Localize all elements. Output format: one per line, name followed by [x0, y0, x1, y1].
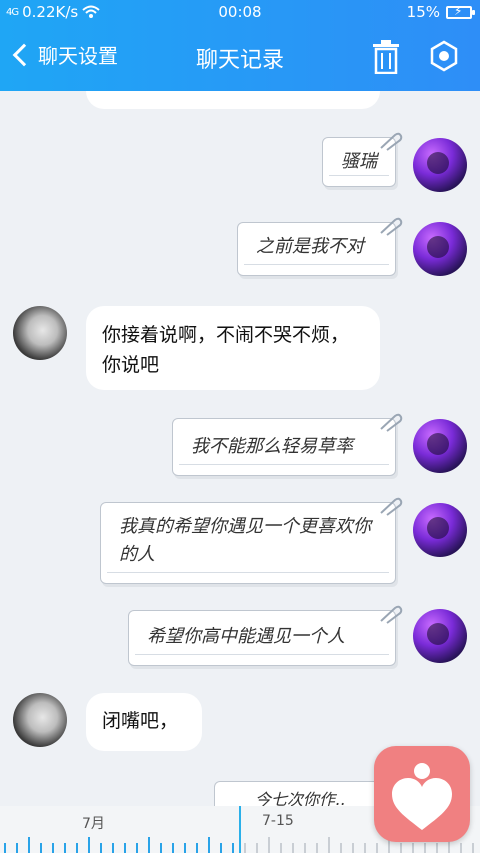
paperclip-icon	[380, 605, 403, 624]
timeline-cursor[interactable]	[239, 806, 241, 853]
settings-icon[interactable]	[428, 40, 460, 72]
message-bubble-left: 你接着说啊，不闹不哭不烦，你说吧	[86, 306, 380, 390]
timeline-tick	[340, 843, 342, 853]
message-text: 希望你高中能遇见一个人	[147, 626, 345, 647]
message-text: 我不能那么轻易草率	[191, 436, 353, 457]
timeline-tick	[40, 843, 42, 853]
timeline-tick	[196, 843, 198, 853]
message-bubble-right: 之前是我不对	[237, 217, 403, 276]
nav-bar: 聊天设置 聊天记录	[0, 24, 480, 91]
friend-avatar[interactable]	[13, 693, 67, 747]
top-bar: 4G 0.22K/s 00:08 15% ⚡ 聊天设置 聊天记录	[0, 0, 480, 91]
message-text: 闭嘴吧，	[102, 710, 179, 732]
month-label: 7月	[82, 816, 105, 832]
heart-icon	[392, 763, 452, 830]
timeline-tick	[232, 843, 234, 853]
message-bubble-right: 我真的希望你遇见一个更喜欢你的人	[100, 497, 403, 584]
timeline-tick	[160, 843, 162, 853]
timeline-tick	[460, 843, 462, 853]
timeline-tick	[328, 837, 330, 853]
timeline-tick	[400, 843, 402, 853]
my-avatar[interactable]	[413, 503, 467, 557]
timeline-tick	[424, 843, 426, 853]
timeline-tick	[280, 843, 282, 853]
timeline-tick	[184, 843, 186, 853]
message-bubble-partial	[86, 91, 380, 109]
heart-button[interactable]	[374, 746, 470, 842]
paperclip-icon	[380, 413, 403, 432]
timeline-tick	[4, 843, 6, 853]
message-text: 你接着说啊，不闹不哭不烦，你说吧	[102, 324, 350, 376]
timeline-tick	[436, 843, 438, 853]
timeline-tick	[100, 843, 102, 853]
paperclip-icon	[380, 497, 403, 516]
timeline-tick	[220, 843, 222, 853]
timeline-tick	[172, 843, 174, 853]
timeline-tick	[136, 843, 138, 853]
timeline-tick	[316, 843, 318, 853]
my-avatar[interactable]	[413, 609, 467, 663]
message-bubble-right: 希望你高中能遇见一个人	[128, 605, 403, 666]
page-title: 聊天记录	[195, 48, 284, 73]
friend-avatar[interactable]	[13, 306, 67, 360]
timeline-tick	[52, 843, 54, 853]
timeline-tick	[112, 843, 114, 853]
timeline-tick	[364, 843, 366, 853]
my-avatar[interactable]	[413, 222, 467, 276]
date-label: 7-15	[262, 813, 294, 829]
timeline-tick	[256, 843, 258, 853]
timeline-tick	[76, 843, 78, 853]
status-bar: 4G 0.22K/s 00:08 15% ⚡	[0, 0, 480, 24]
timeline-tick	[268, 837, 270, 853]
my-avatar[interactable]	[413, 419, 467, 473]
message-text: 骚瑞	[341, 151, 377, 172]
battery-percent: 15%	[406, 3, 440, 21]
trash-icon[interactable]	[371, 40, 401, 74]
timeline-tick	[208, 837, 210, 853]
timeline-tick	[64, 843, 66, 853]
message-text: 我真的希望你遇见一个更喜欢你的人	[119, 516, 371, 565]
paperclip-icon	[380, 132, 403, 151]
paperclip-icon	[380, 217, 403, 236]
timeline-tick	[28, 837, 30, 853]
timeline-tick	[148, 837, 150, 853]
timeline-tick	[352, 843, 354, 853]
timeline-tick	[412, 843, 414, 853]
timeline-tick	[124, 843, 126, 853]
battery-icon: ⚡	[446, 4, 475, 19]
message-bubble-left: 闭嘴吧，	[86, 693, 202, 751]
message-bubble-right: 骚瑞	[322, 132, 403, 187]
my-avatar[interactable]	[413, 138, 467, 192]
message-bubble-right: 我不能那么轻易草率	[172, 413, 403, 476]
timeline-tick	[244, 843, 246, 853]
timeline-tick	[376, 843, 378, 853]
message-text: 之前是我不对	[256, 236, 364, 257]
timeline-tick	[292, 843, 294, 853]
chat-history[interactable]: 骚瑞 之前是我不对 你接着说啊，不闹不哭不烦，你说吧 我不能那么轻易草率 我真的…	[0, 91, 480, 821]
timeline-tick	[88, 837, 90, 853]
timeline-tick	[304, 843, 306, 853]
timeline-tick	[16, 843, 18, 853]
timeline-tick	[472, 843, 474, 853]
